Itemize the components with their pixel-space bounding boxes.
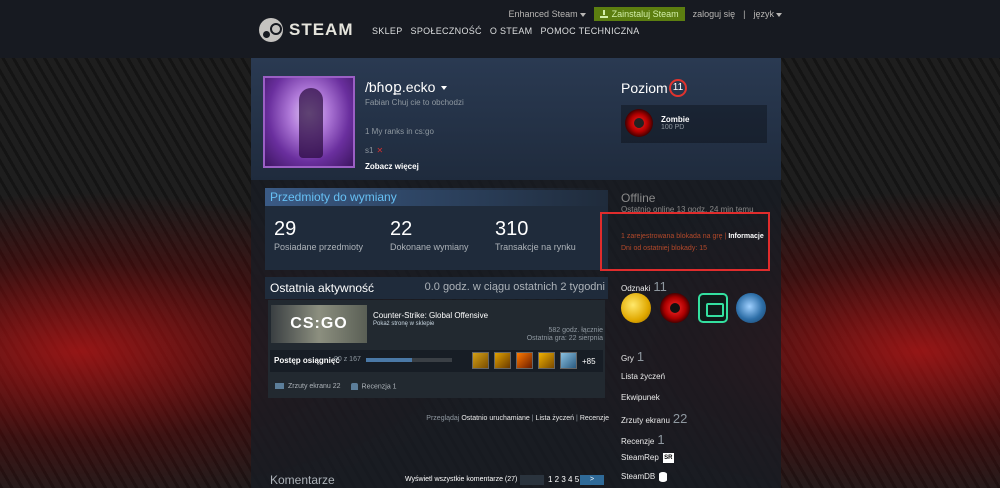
achievement-icon[interactable] — [560, 352, 577, 369]
steam-logo-icon — [259, 18, 283, 42]
stat-market: 310 — [495, 218, 529, 240]
comments-prev-button[interactable] — [520, 475, 544, 485]
achievement-progress-bar — [366, 358, 452, 362]
language-menu[interactable]: język — [753, 9, 782, 19]
game-capsule[interactable]: CS:GO — [271, 305, 367, 343]
activity-title: Ostatnia aktywność — [270, 281, 375, 295]
comments-title: Komentarze — [270, 473, 335, 487]
achievement-more[interactable]: +85 — [582, 357, 596, 366]
login-link[interactable]: zaloguj się — [693, 9, 736, 19]
online-status: Offline — [621, 191, 656, 205]
view-more-link[interactable]: Zobacz więcej — [365, 162, 419, 171]
achievement-icon[interactable] — [472, 352, 489, 369]
wishlist-link[interactable]: Lista życzeń — [621, 372, 665, 381]
download-icon — [599, 10, 608, 18]
robot-badge-icon[interactable] — [698, 293, 728, 323]
profile-summary: 1 My ranks in cs:go — [365, 127, 434, 136]
stat-market-label: Transakcje na rynku — [495, 242, 576, 252]
zombie-badge-icon — [625, 109, 653, 137]
game-footer: Zrzuty ekranu 22 Recenzja 1 — [275, 383, 397, 390]
favorite-badge-name: Zombie — [661, 115, 690, 124]
stat-items-owned: 29 — [274, 218, 297, 240]
achievement-count: 90 z 167 — [334, 356, 361, 363]
profile-header: /ƅɦօք.ecko Fabian Chuj cie to obchodzi 1… — [251, 58, 781, 180]
x-mark-icon: ✕ — [376, 146, 384, 155]
badges-link[interactable]: Odznaki 11 — [621, 279, 667, 294]
favorite-badge[interactable]: Zombie 100 PD — [621, 105, 767, 143]
nav-community[interactable]: SPOŁECZNOŚĆ — [411, 26, 482, 36]
highlight-box — [600, 212, 770, 271]
chevron-down-icon — [776, 12, 782, 17]
show-all-comments-link[interactable]: Wyświetl wszystkie komentarze (27) — [405, 476, 517, 483]
comments-next-button[interactable]: > — [580, 475, 604, 485]
browse-recent-link[interactable]: Ostatnio uruchamiane — [461, 415, 529, 422]
avatar[interactable] — [263, 76, 355, 168]
steamrep-icon: SR — [662, 453, 674, 463]
chevron-down-icon — [441, 86, 448, 91]
main-nav: SKLEP SPOŁECZNOŚĆ O STEAM POMOC TECHNICZ… — [372, 26, 640, 36]
topbar-separator: | — [743, 9, 746, 19]
nav-store[interactable]: SKLEP — [372, 26, 403, 36]
reviews-link[interactable]: Recenzja 1 — [350, 383, 397, 390]
steamrep-link[interactable]: SteamRep SR — [621, 453, 674, 463]
screenshots-link[interactable]: Zrzuty ekranu 22 — [275, 383, 341, 390]
game-name[interactable]: Counter-Strike: Global Offensive — [373, 311, 488, 320]
achievement-icon[interactable] — [516, 352, 533, 369]
activity-hours: 0.0 godz. w ciągu ostatnich 2 tygodni — [424, 281, 605, 293]
global-actions: Enhanced Steam Zainstaluj Steam zaloguj … — [509, 7, 782, 21]
game-total-hours: 582 godz. łącznie — [548, 327, 603, 334]
stat-items-owned-label: Posiadane przedmioty — [274, 242, 364, 252]
enhanced-steam-menu[interactable]: Enhanced Steam — [509, 9, 586, 19]
nav-about[interactable]: O STEAM — [490, 26, 533, 36]
achievement-icon[interactable] — [538, 352, 555, 369]
ban-info-link[interactable]: Informacje — [728, 233, 763, 240]
browse-reviews-link[interactable]: Recenzje — [580, 415, 609, 422]
steam-logo-text: STEAM — [289, 20, 354, 39]
games-link[interactable]: Gry 1 — [621, 349, 644, 364]
favorite-badge-xp: 100 PD — [661, 124, 685, 131]
stat-trades: 22 — [390, 218, 413, 240]
profile-s1: s1 ✕ — [365, 146, 384, 155]
game-store-link[interactable]: Pokaż stronę w sklepie — [373, 321, 434, 327]
achievement-icon[interactable] — [494, 352, 511, 369]
achievement-progress-fill — [366, 358, 413, 362]
steam-logo[interactable]: STEAM — [259, 18, 354, 42]
browse-wishlist-link[interactable]: Lista życzeń — [536, 415, 575, 422]
screenshot-icon — [275, 383, 284, 390]
nav-support[interactable]: POMOC TECHNICZNA — [540, 26, 639, 36]
steamdb-link[interactable]: SteamDB — [621, 472, 668, 482]
trade-title: Przedmioty do wymiany — [270, 190, 397, 204]
achievement-label: Postęp osiągnięć — [274, 356, 340, 365]
profile-realname: Fabian Chuj cie to obchodzi — [365, 98, 464, 107]
browse-links: Przeglądaj Ostatnio uruchamiane | Lista … — [426, 415, 609, 422]
database-icon — [659, 472, 668, 482]
game-ban-notice: 1 zarejestrowana blokada na grę | Inform… — [621, 233, 764, 240]
inventory-link[interactable]: Ekwipunek — [621, 393, 660, 402]
screenshots-profile-link[interactable]: Zrzuty ekranu 22 — [621, 411, 687, 426]
coin-badge-icon[interactable] — [621, 293, 651, 323]
zombie-badge-icon[interactable] — [660, 293, 690, 323]
install-steam-button[interactable]: Zainstaluj Steam — [593, 7, 685, 21]
days-since-ban: Dni od ostatniej blokady: 15 — [621, 245, 707, 252]
comments-pager[interactable]: 1 2 3 4 5 — [548, 475, 579, 484]
level-badge[interactable]: 11 — [669, 79, 687, 97]
thumb-icon — [350, 383, 358, 390]
profile-name-menu[interactable]: /ƅɦօք.ecko — [365, 79, 448, 96]
game-last-played: Ostatnia gra: 22 sierpnia — [526, 335, 603, 342]
globe-badge-icon[interactable] — [736, 293, 766, 323]
level-label: Poziom — [621, 80, 668, 96]
chevron-down-icon — [579, 12, 586, 17]
stat-trades-label: Dokonane wymiany — [390, 242, 469, 252]
reviews-profile-link[interactable]: Recenzje 1 — [621, 432, 665, 447]
